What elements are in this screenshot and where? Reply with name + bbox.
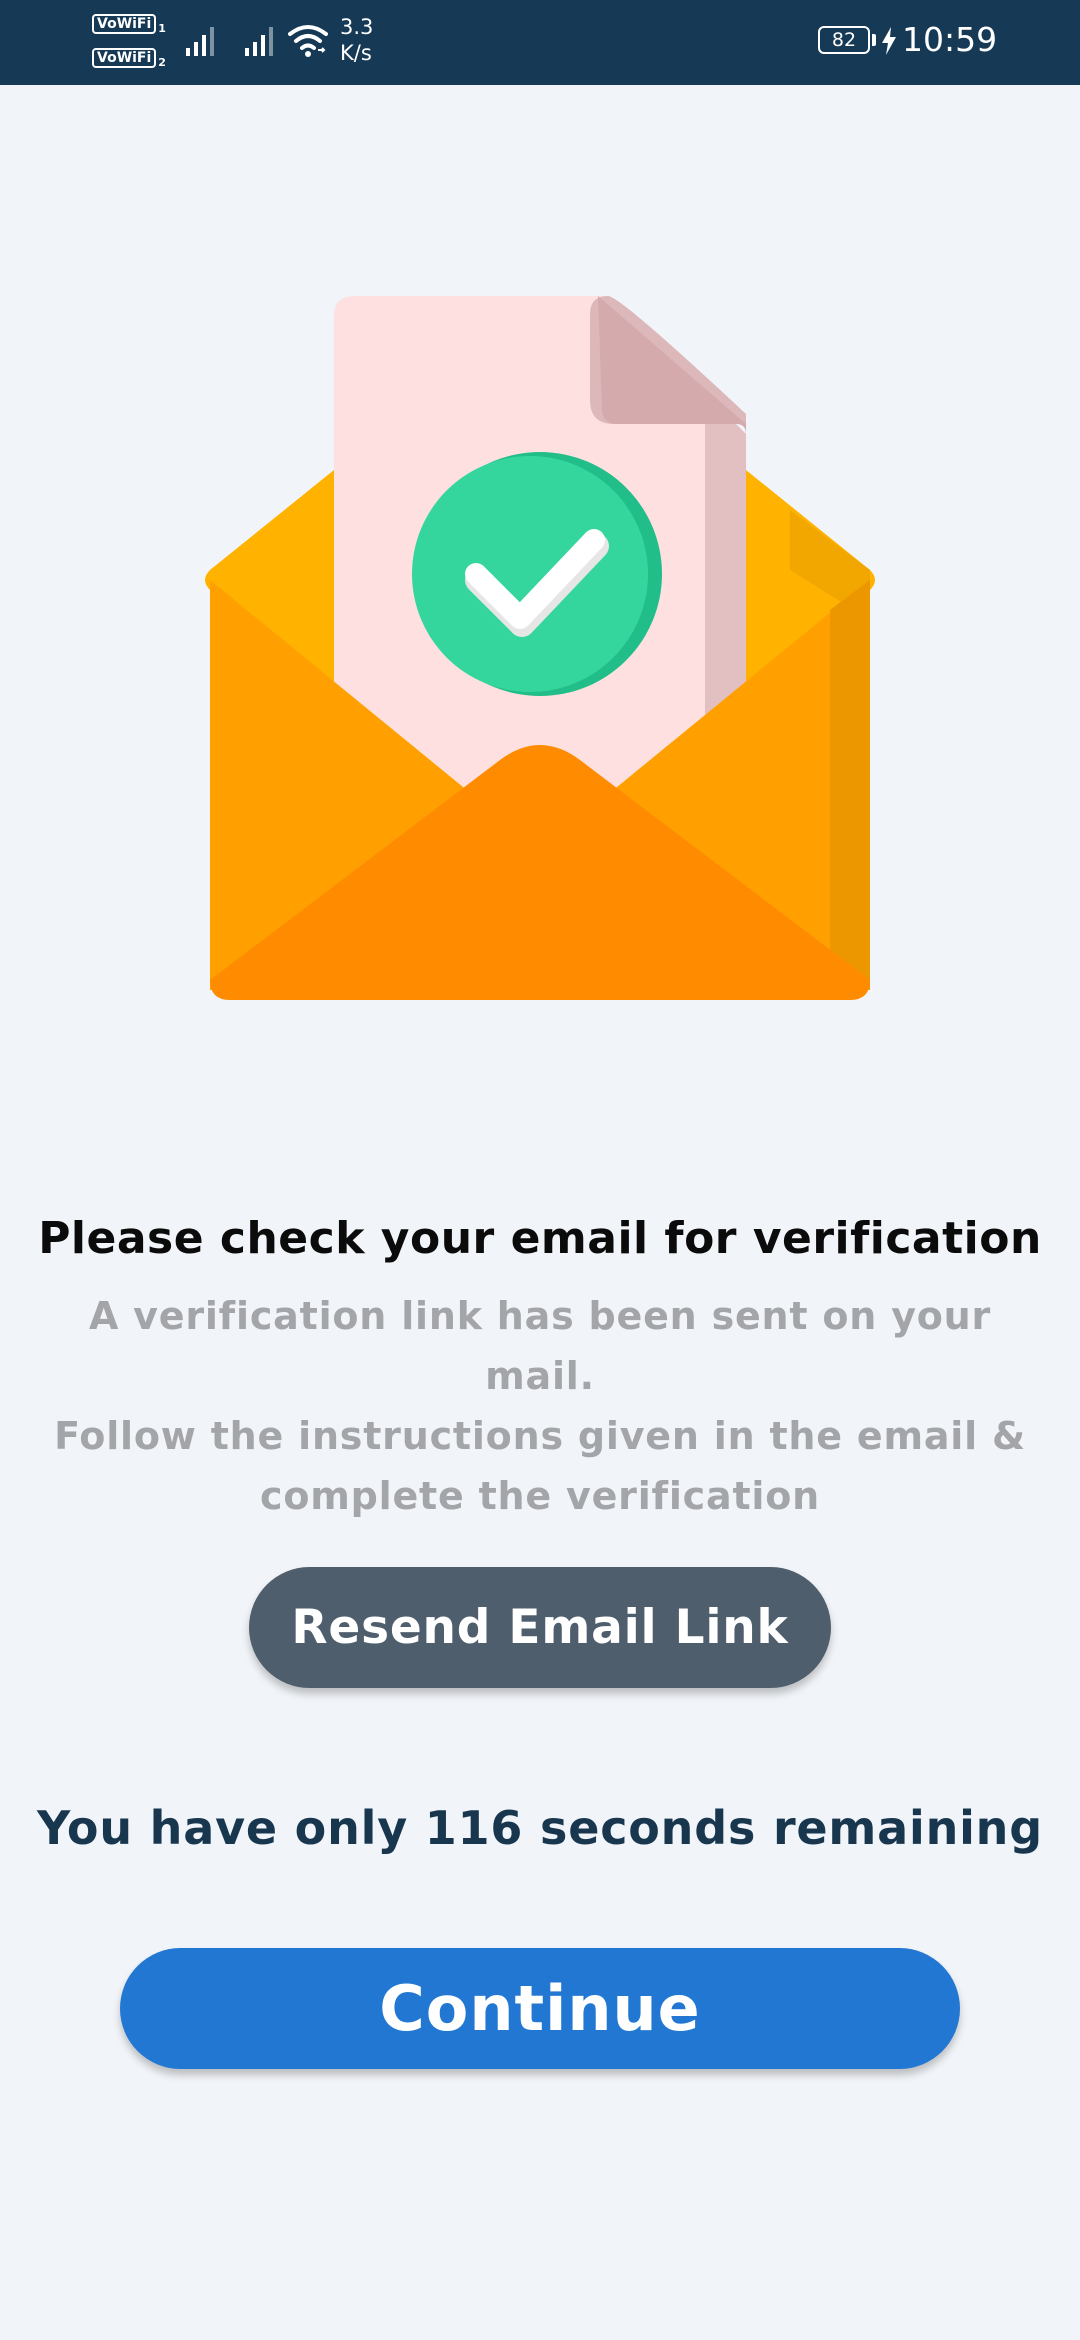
battery-level: 82 [831, 29, 857, 51]
resend-email-link-button[interactable]: Resend Email Link [249, 1567, 831, 1688]
vowifi-sim2-label: VoWiFi [92, 48, 157, 68]
description-line: A verification link has been sent on you… [88, 1294, 992, 1398]
vowifi-sim1-label: VoWiFi [92, 14, 157, 34]
vowifi-sim2-indicator: VoWiFi 2 [92, 48, 166, 68]
network-speed-unit: K/s [340, 41, 372, 65]
battery-tip [872, 34, 876, 46]
vowifi-sim2-index: 2 [158, 56, 166, 69]
vowifi-sim1-indicator: VoWiFi 1 [92, 14, 166, 34]
network-speed: 3.3 K/s [340, 14, 373, 66]
description-line: complete the verification [260, 1474, 820, 1518]
status-bar: VoWiFi 1 VoWiFi 2 3.3 K/s 82 10:59 [0, 0, 1080, 85]
clock: 10:59 [902, 20, 998, 59]
battery-icon: 82 [818, 26, 870, 54]
page-title: Please check your email for verification [38, 1213, 1042, 1264]
continue-button[interactable]: Continue [120, 1948, 960, 2069]
wifi-icon [288, 25, 328, 57]
verification-description: A verification link has been sent on you… [40, 1286, 1040, 1526]
countdown-timer-text: You have only 116 seconds remaining [37, 1801, 1043, 1855]
network-speed-value: 3.3 [340, 15, 374, 39]
description-line: Follow the instructions given in the ema… [54, 1414, 1026, 1458]
email-verified-envelope-icon [205, 296, 875, 1000]
charging-bolt-icon [882, 27, 896, 55]
signal-icon [245, 27, 273, 56]
vowifi-sim1-index: 1 [158, 22, 166, 35]
signal-icon [186, 27, 214, 56]
